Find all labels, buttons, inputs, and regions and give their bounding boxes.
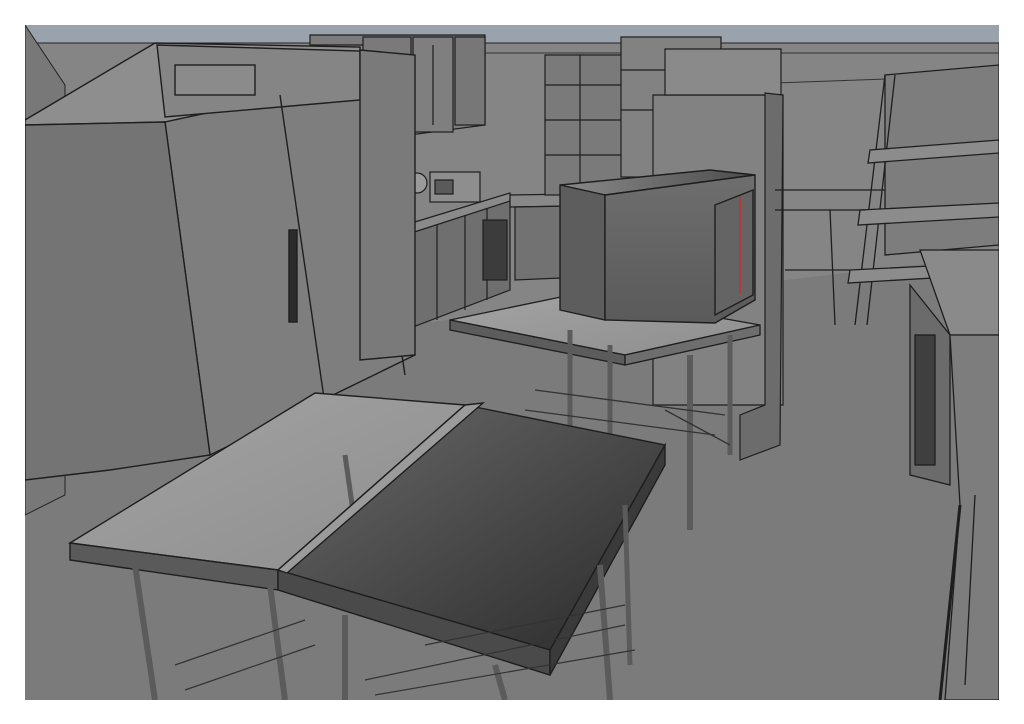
render-viewport: [25, 25, 999, 700]
kitchen-scene: [25, 25, 999, 700]
combi-oven: [559, 169, 756, 324]
fridge-handle: [288, 229, 298, 323]
tall-cabinet-top: [664, 48, 782, 96]
